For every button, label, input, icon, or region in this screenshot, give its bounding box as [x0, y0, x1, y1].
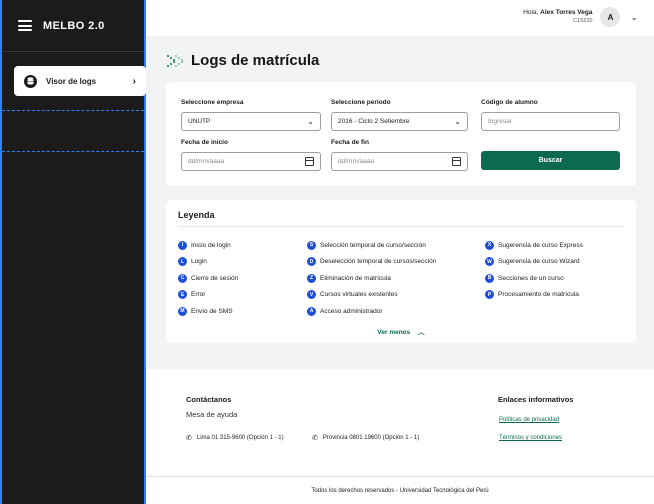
filters-card: Seleccione empresa UNUTP ⌄ Seleccione pe…: [166, 82, 636, 186]
legend-title: Leyenda: [178, 210, 215, 220]
fin-group: Fecha de fin dd/mm/aaaa: [331, 139, 468, 171]
chevron-down-icon: ⌄: [454, 117, 461, 126]
empresa-value: UNUTP: [188, 118, 211, 125]
user-code: C15220: [573, 18, 593, 24]
codigo-group: Código de alumno Ingresar: [481, 99, 620, 131]
contact-title: Contáctanos: [186, 395, 232, 404]
legend-item: P Procesamiento de matrícula: [485, 287, 583, 304]
legend-item: W Sugerencia de curso Wizard: [485, 254, 583, 271]
inicio-placeholder: dd/mm/aaaa: [188, 158, 225, 165]
divider: [178, 226, 624, 227]
phone-provincia[interactable]: ✆ Provincia 0801 19600 (Opción 1 - 1): [312, 434, 419, 442]
inicio-group: Fecha de inicio dd/mm/aaaa: [181, 139, 321, 171]
contact-subtitle: Mesa de ayuda: [186, 410, 238, 419]
legend-badge: M: [178, 306, 187, 316]
legend-item: E Error: [178, 287, 238, 304]
brand-bar: MELBO 2.0: [2, 0, 144, 52]
empresa-group: Seleccione empresa UNUTP ⌄: [181, 99, 321, 131]
footer: Contáctanos Mesa de ayuda ✆ Lima 01 315-…: [146, 369, 654, 475]
chevron-right-icon: ›: [132, 75, 136, 87]
search-group: Buscar: [481, 151, 620, 170]
sidebar-item-visor-logs[interactable]: Visor de logs ›: [14, 66, 146, 96]
search-button[interactable]: Buscar: [481, 151, 620, 170]
periodo-select[interactable]: 2016 - Ciclo 2 Setiembre ⌄: [331, 112, 468, 131]
privacy-link[interactable]: Políticas de privacidad: [499, 417, 559, 423]
codigo-placeholder: Ingresar: [488, 118, 512, 125]
empresa-label: Seleccione empresa: [181, 99, 244, 106]
legend-badge: P: [485, 290, 494, 300]
legend-badge: A: [307, 306, 316, 316]
user-greeting: Hola, Alex Torres Vega: [523, 9, 593, 16]
fecha-fin-input[interactable]: dd/mm/aaaa: [331, 152, 468, 171]
legend-item: I Inicio de login: [178, 237, 238, 254]
codigo-label: Código de alumno: [481, 99, 538, 106]
legend-item: A Acceso administrador: [307, 303, 436, 320]
sidebar-item-label: Visor de logs: [46, 76, 97, 86]
legend-item: M Envío de SMS: [178, 303, 238, 320]
page-header: Logs de matrícula: [166, 52, 319, 69]
phone-icon: ✆: [186, 435, 192, 442]
title-arrows-icon: [167, 54, 183, 67]
legend-card: Leyenda I Inicio de login L Login C Cierre …: [166, 200, 636, 343]
divider: [2, 151, 144, 152]
legend-column: X Sugerencia de curso Express W Sugerencia…: [485, 237, 583, 303]
fin-label: Fecha de fin: [331, 139, 369, 146]
legend-item: V Cursos virtuales existentes: [307, 287, 436, 304]
ver-menos-toggle[interactable]: Ver menos ︿: [166, 326, 636, 336]
phone-lima[interactable]: ✆ Lima 01 315-9600 (Opción 1 - 1): [186, 434, 284, 442]
links-title: Enlaces informativos: [498, 395, 574, 404]
legend-badge: B: [485, 273, 494, 283]
calendar-icon[interactable]: [305, 157, 314, 166]
legend-badge: V: [307, 290, 316, 300]
avatar[interactable]: A: [600, 7, 621, 27]
legend-badge: D: [307, 257, 316, 267]
terms-link[interactable]: Términos y condiciones: [499, 435, 562, 441]
hamburger-menu-icon[interactable]: [18, 20, 32, 31]
legend-item: X Sugerencia de curso Express: [485, 237, 583, 254]
brand-logo: MELBO 2.0: [43, 19, 105, 32]
legend-column: S Selección temporal de curso/sección D De…: [307, 237, 436, 320]
fecha-inicio-input[interactable]: dd/mm/aaaa: [181, 152, 321, 171]
legend-item: L Login: [178, 254, 238, 271]
chevron-down-icon[interactable]: ⌄: [630, 12, 638, 23]
phone-icon: ✆: [312, 435, 318, 442]
legend-item: S Selección temporal de curso/sección: [307, 237, 436, 254]
user-name: Alex Torres Vega: [540, 9, 593, 16]
calendar-icon[interactable]: [452, 157, 461, 166]
fin-placeholder: dd/mm/aaaa: [338, 158, 375, 165]
legend-item: D Deselección temporal de cursos/sección: [307, 254, 436, 271]
top-bar: Hola, Alex Torres Vega C15220 A ⌄: [146, 0, 654, 36]
copyright: Todos los derechos reservados - Universi…: [146, 476, 654, 504]
divider: [2, 110, 144, 111]
user-menu[interactable]: Hola, Alex Torres Vega C15220 A ⌄: [523, 7, 638, 27]
legend-badge: E: [178, 290, 187, 300]
legend-item: B Secciones de un curso: [485, 270, 583, 287]
legend-badge: I: [178, 240, 187, 250]
periodo-group: Seleccione periodo 2016 - Ciclo 2 Setiem…: [331, 99, 468, 131]
legend-item: Z Eliminación de matrícula: [307, 270, 436, 287]
page-title: Logs de matrícula: [191, 52, 320, 69]
legend-column: I Inicio de login L Login C Cierre de sesió…: [178, 237, 238, 320]
legend-badge: C: [178, 273, 187, 283]
chevron-down-icon: ⌄: [307, 117, 314, 126]
ver-menos-label[interactable]: Ver menos: [377, 329, 410, 336]
database-icon: [24, 74, 37, 88]
legend-badge: L: [178, 257, 187, 267]
legend-badge: Z: [307, 273, 316, 283]
empresa-select[interactable]: UNUTP ⌄: [181, 112, 321, 131]
legend-badge: X: [485, 240, 494, 250]
inicio-label: Fecha de inicio: [181, 139, 228, 146]
codigo-input[interactable]: Ingresar: [481, 112, 620, 131]
chevron-up-icon[interactable]: ︿: [418, 329, 425, 336]
periodo-value: 2016 - Ciclo 2 Setiembre: [338, 118, 410, 125]
sidebar: MELBO 2.0 Visor de logs ›: [0, 0, 146, 504]
legend-item: C Cierre de sesión: [178, 270, 238, 287]
periodo-label: Seleccione periodo: [331, 99, 391, 106]
legend-badge: W: [485, 257, 494, 267]
legend-badge: S: [307, 240, 316, 250]
